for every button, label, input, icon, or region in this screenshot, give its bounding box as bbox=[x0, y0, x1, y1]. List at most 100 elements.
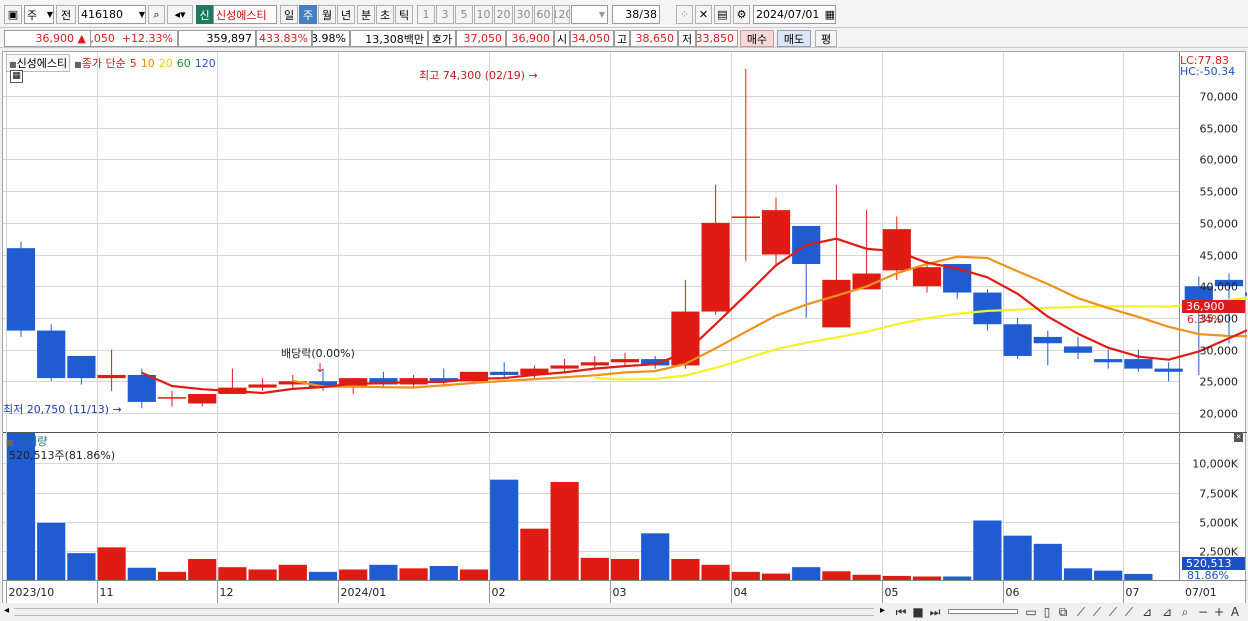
interval-120-button[interactable]: 120 bbox=[554, 5, 570, 24]
scroll-left-icon[interactable]: ◂ bbox=[4, 605, 9, 616]
drawing-icon[interactable]: ⟋ bbox=[1090, 605, 1104, 619]
drawing-icon[interactable]: ⊿ bbox=[1140, 605, 1154, 619]
sell-button[interactable]: 매도 bbox=[777, 30, 811, 47]
period-week-button[interactable]: 주 bbox=[299, 5, 317, 24]
interval-20-button[interactable]: 20 bbox=[494, 5, 513, 24]
legend-stock-name: 신성에스티 bbox=[16, 57, 68, 70]
window-icon[interactable]: ▭ bbox=[1024, 605, 1038, 619]
window-icon[interactable]: ▣ bbox=[4, 5, 22, 24]
period-year-button[interactable]: 년 bbox=[337, 5, 355, 24]
price-axis-label: 30,000 bbox=[1200, 345, 1239, 358]
legend-ma20: 20 bbox=[158, 56, 173, 70]
volume-bar bbox=[278, 564, 307, 580]
buy-button[interactable]: 매수 bbox=[740, 30, 774, 47]
zoom-icon[interactable]: ⌕ bbox=[1178, 605, 1192, 619]
rewind-icon[interactable]: ⏮ bbox=[894, 605, 908, 619]
volume-bar bbox=[308, 571, 338, 580]
toolbar: ▣ 주 ▼ 전 416180 ▼ ⌕ ◂▾ 신 신성에스티 일 주 월 년 분 초 … bbox=[0, 0, 1248, 28]
scroll-right-icon[interactable]: ▸ bbox=[880, 605, 885, 616]
interval-60-button[interactable]: 60 bbox=[534, 5, 553, 24]
candle-body bbox=[188, 393, 217, 404]
crosshair-icon[interactable]: ✕ bbox=[695, 5, 712, 24]
period-minute-button[interactable]: 분 bbox=[357, 5, 375, 24]
zoom-slider[interactable] bbox=[948, 609, 1018, 614]
candle-body bbox=[973, 292, 1002, 325]
average-button[interactable]: 평 bbox=[815, 30, 837, 47]
interval-select[interactable]: ▼ bbox=[571, 5, 608, 24]
prev-button[interactable]: 전 bbox=[56, 5, 76, 24]
volume-bar bbox=[610, 559, 640, 580]
drawing-icon[interactable]: ⟋ bbox=[1106, 605, 1120, 619]
date-label: 07 bbox=[1126, 586, 1140, 599]
volume-bar bbox=[882, 575, 911, 580]
window-icon[interactable]: ▯ bbox=[1040, 605, 1054, 619]
drawing-icon[interactable]: ⟋ bbox=[1122, 605, 1136, 619]
count-value: 38 bbox=[625, 8, 640, 21]
candle-body bbox=[610, 359, 640, 363]
candle-body bbox=[1003, 324, 1032, 356]
speaker-icon[interactable]: ◂▾ bbox=[167, 5, 193, 24]
price-axis-label: 55,000 bbox=[1200, 186, 1239, 199]
price-axis-label: 65,000 bbox=[1200, 123, 1239, 136]
candle-body bbox=[701, 222, 730, 312]
stock-name[interactable]: 신성에스티 bbox=[213, 5, 277, 24]
turnover: 3.98% bbox=[312, 30, 350, 47]
count-input[interactable]: 38/38 bbox=[612, 5, 660, 24]
volume-ratio: 433.83% bbox=[256, 30, 312, 47]
drawing-icon[interactable]: ⊿ bbox=[1160, 605, 1174, 619]
volume-bars bbox=[6, 433, 1153, 580]
low-price: 33,850 bbox=[696, 30, 738, 47]
candle-body bbox=[912, 267, 942, 287]
zoom-in-icon[interactable]: + bbox=[1212, 605, 1226, 619]
period-second-button[interactable]: 초 bbox=[376, 5, 394, 24]
period-day-button[interactable]: 일 bbox=[280, 5, 298, 24]
chevron-down-icon: ▼ bbox=[138, 10, 145, 19]
close-icon[interactable]: ✕ bbox=[1234, 433, 1243, 442]
volume-bar bbox=[37, 522, 66, 580]
period-month-button[interactable]: 월 bbox=[318, 5, 336, 24]
fast-forward-icon[interactable]: ⏭ bbox=[928, 605, 942, 619]
price-chart[interactable]: 70,000 65,000 60,000 55,000 50,000 45,000 40,0… bbox=[3, 52, 1248, 605]
volume-bar bbox=[580, 557, 609, 580]
volume-bar bbox=[701, 564, 730, 580]
table-icon[interactable]: ▦ bbox=[10, 70, 23, 83]
interval-5-button[interactable]: 5 bbox=[455, 5, 473, 24]
interval-10-button[interactable]: 10 bbox=[474, 5, 493, 24]
scrollbar-track[interactable] bbox=[14, 608, 874, 616]
candle-body bbox=[1124, 359, 1153, 369]
gear-icon[interactable]: ⚙ bbox=[733, 5, 750, 24]
volume-bar bbox=[1094, 570, 1123, 580]
date-label: 07/01 bbox=[1185, 586, 1217, 599]
drawing-icon[interactable]: ⟋ bbox=[1074, 605, 1088, 619]
stop-icon[interactable]: ■ bbox=[911, 605, 925, 619]
up-arrow-icon: ▲ bbox=[77, 32, 86, 45]
code-input[interactable]: 416180 ▼ bbox=[78, 5, 146, 24]
window-icon[interactable]: ⧉ bbox=[1056, 605, 1070, 619]
volume-bar bbox=[943, 576, 972, 580]
date-input[interactable]: 2024/07/01 ▦ bbox=[753, 5, 836, 24]
volume-bar bbox=[339, 569, 368, 580]
interval-30-button[interactable]: 30 bbox=[514, 5, 533, 24]
period-tick-button[interactable]: 틱 bbox=[395, 5, 413, 24]
date-label: 2023/10 bbox=[9, 586, 55, 599]
save-icon[interactable]: ▤ bbox=[714, 5, 731, 24]
grid-icon[interactable]: ⁘ bbox=[676, 5, 693, 24]
ma10-line bbox=[292, 255, 1248, 389]
type-select[interactable]: 주 ▼ bbox=[24, 5, 54, 24]
legend-marker-icon: ■ bbox=[6, 438, 14, 447]
low-annotation-text: 최저 20,750 (11/13) bbox=[3, 403, 110, 416]
calendar-icon: ▦ bbox=[824, 8, 835, 21]
candle-body bbox=[761, 210, 791, 255]
interval-1-button[interactable]: 1 bbox=[417, 5, 435, 24]
interval-3-button[interactable]: 3 bbox=[436, 5, 454, 24]
price-axis-label: 50,000 bbox=[1200, 218, 1239, 231]
font-icon[interactable]: A bbox=[1228, 605, 1242, 619]
legend-ma120: 120 bbox=[194, 56, 216, 70]
candle-body bbox=[127, 374, 156, 402]
search-icon[interactable]: ⌕ bbox=[148, 5, 165, 24]
volume-bar bbox=[912, 576, 942, 580]
legend-ma10: 10 bbox=[140, 56, 155, 70]
legend-ma[interactable]: ■종가 단순 bbox=[74, 55, 126, 71]
volume-bar bbox=[1003, 535, 1032, 580]
zoom-out-icon[interactable]: − bbox=[1196, 605, 1210, 619]
